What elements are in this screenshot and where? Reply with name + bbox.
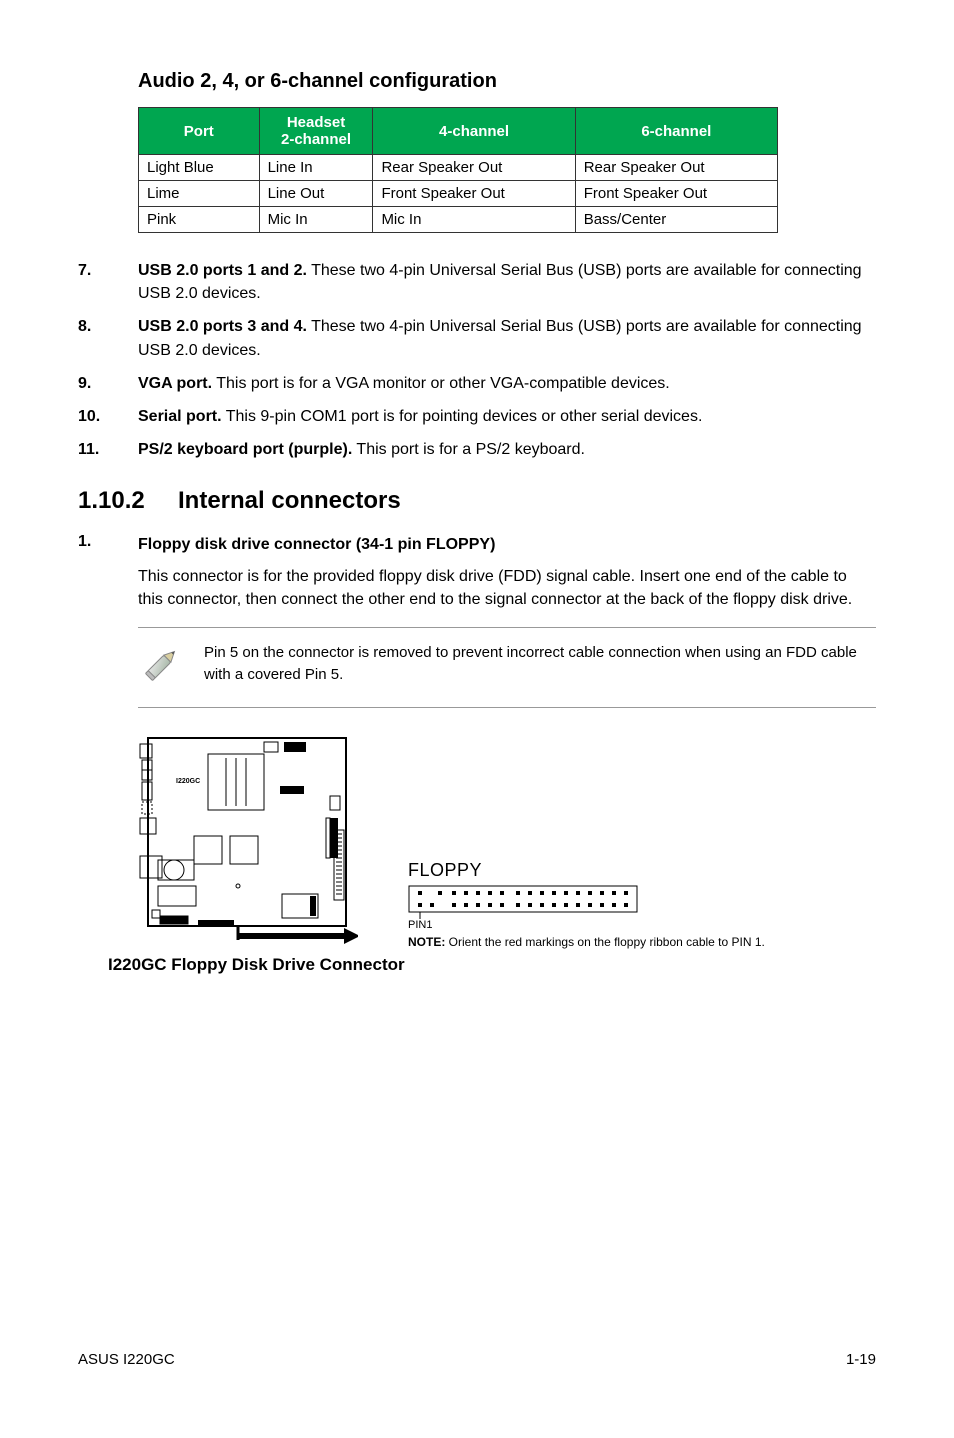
item-lead: PS/2 keyboard port (purple). (138, 441, 352, 458)
list-item: 7. USB 2.0 ports 1 and 2. These two 4-pi… (78, 259, 876, 305)
item-number: 8. (78, 315, 138, 361)
cell-port: Light Blue (139, 155, 260, 181)
footer-right: 1-19 (846, 1351, 876, 1368)
pencil-icon (138, 642, 184, 693)
note-text: Pin 5 on the connector is removed to pre… (204, 642, 876, 686)
th-port: Port (139, 108, 260, 155)
floppy-connector-icon (408, 885, 638, 919)
cell-2ch: Line Out (259, 181, 373, 207)
item-lead: VGA port. (138, 375, 212, 392)
page-footer: ASUS I220GC 1-19 (78, 1351, 876, 1368)
table-row: Pink Mic In Mic In Bass/Center (139, 207, 778, 233)
cell-2ch: Mic In (259, 207, 373, 233)
item-lead: USB 2.0 ports 1 and 2. (138, 262, 307, 279)
figure-caption: I220GC Floppy Disk Drive Connector (108, 955, 876, 975)
step-text: This connector is for the provided flopp… (138, 565, 876, 611)
item-number: 7. (78, 259, 138, 305)
rear-panel-list: 7. USB 2.0 ports 1 and 2. These two 4-pi… (78, 259, 876, 461)
cell-6ch: Bass/Center (575, 207, 777, 233)
list-item: 9. VGA port. This port is for a VGA moni… (78, 372, 876, 395)
floppy-connector-detail: FLOPPY (408, 860, 765, 951)
item-text: This port is for a PS/2 keyboard. (352, 441, 585, 458)
th-4ch: 4-channel (373, 108, 575, 155)
pin1-label: PIN1 (408, 919, 765, 931)
audio-config-heading: Audio 2, 4, or 6-channel configuration (138, 70, 876, 93)
board-diagram: I220GC (138, 736, 358, 951)
internal-connectors-heading: 1.10.2Internal connectors (78, 487, 876, 515)
cell-port: Pink (139, 207, 260, 233)
item-text: This port is for a VGA monitor or other … (212, 375, 670, 392)
th-2ch: Headset 2-channel (259, 108, 373, 155)
cell-4ch: Mic In (373, 207, 575, 233)
subsection-number: 1.10.2 (78, 487, 178, 515)
table-row: Light Blue Line In Rear Speaker Out Rear… (139, 155, 778, 181)
floppy-note-lead: NOTE: (408, 935, 445, 949)
list-item: 8. USB 2.0 ports 3 and 4. These two 4-pi… (78, 315, 876, 361)
list-item: 10. Serial port. This 9-pin COM1 port is… (78, 405, 876, 428)
table-row: Lime Line Out Front Speaker Out Front Sp… (139, 181, 778, 207)
internal-connector-list: 1. Floppy disk drive connector (34-1 pin… (78, 533, 876, 611)
cell-2ch: Line In (259, 155, 373, 181)
cell-port: Lime (139, 181, 260, 207)
th-6ch: 6-channel (575, 108, 777, 155)
step-title: Floppy disk drive connector (34-1 pin FL… (138, 533, 876, 556)
cell-6ch: Rear Speaker Out (575, 155, 777, 181)
item-text: This 9-pin COM1 port is for pointing dev… (222, 408, 703, 425)
floppy-label: FLOPPY (408, 860, 765, 881)
board-label-text: I220GC (176, 778, 200, 785)
list-item: 1. Floppy disk drive connector (34-1 pin… (78, 533, 876, 611)
floppy-figure: I220GC (138, 736, 876, 951)
audio-config-table: Port Headset 2-channel 4-channel 6-chann… (138, 107, 778, 233)
item-number: 9. (78, 372, 138, 395)
item-lead: USB 2.0 ports 3 and 4. (138, 318, 307, 335)
cell-6ch: Front Speaker Out (575, 181, 777, 207)
cell-4ch: Rear Speaker Out (373, 155, 575, 181)
item-lead: Serial port. (138, 408, 222, 425)
item-number: 10. (78, 405, 138, 428)
footer-left: ASUS I220GC (78, 1351, 175, 1368)
cell-4ch: Front Speaker Out (373, 181, 575, 207)
floppy-note-text: Orient the red markings on the floppy ri… (445, 935, 765, 949)
list-item: 11. PS/2 keyboard port (purple). This po… (78, 438, 876, 461)
item-number: 11. (78, 438, 138, 461)
subsection-title: Internal connectors (178, 487, 401, 514)
note-box: Pin 5 on the connector is removed to pre… (138, 627, 876, 708)
step-number: 1. (78, 533, 138, 611)
